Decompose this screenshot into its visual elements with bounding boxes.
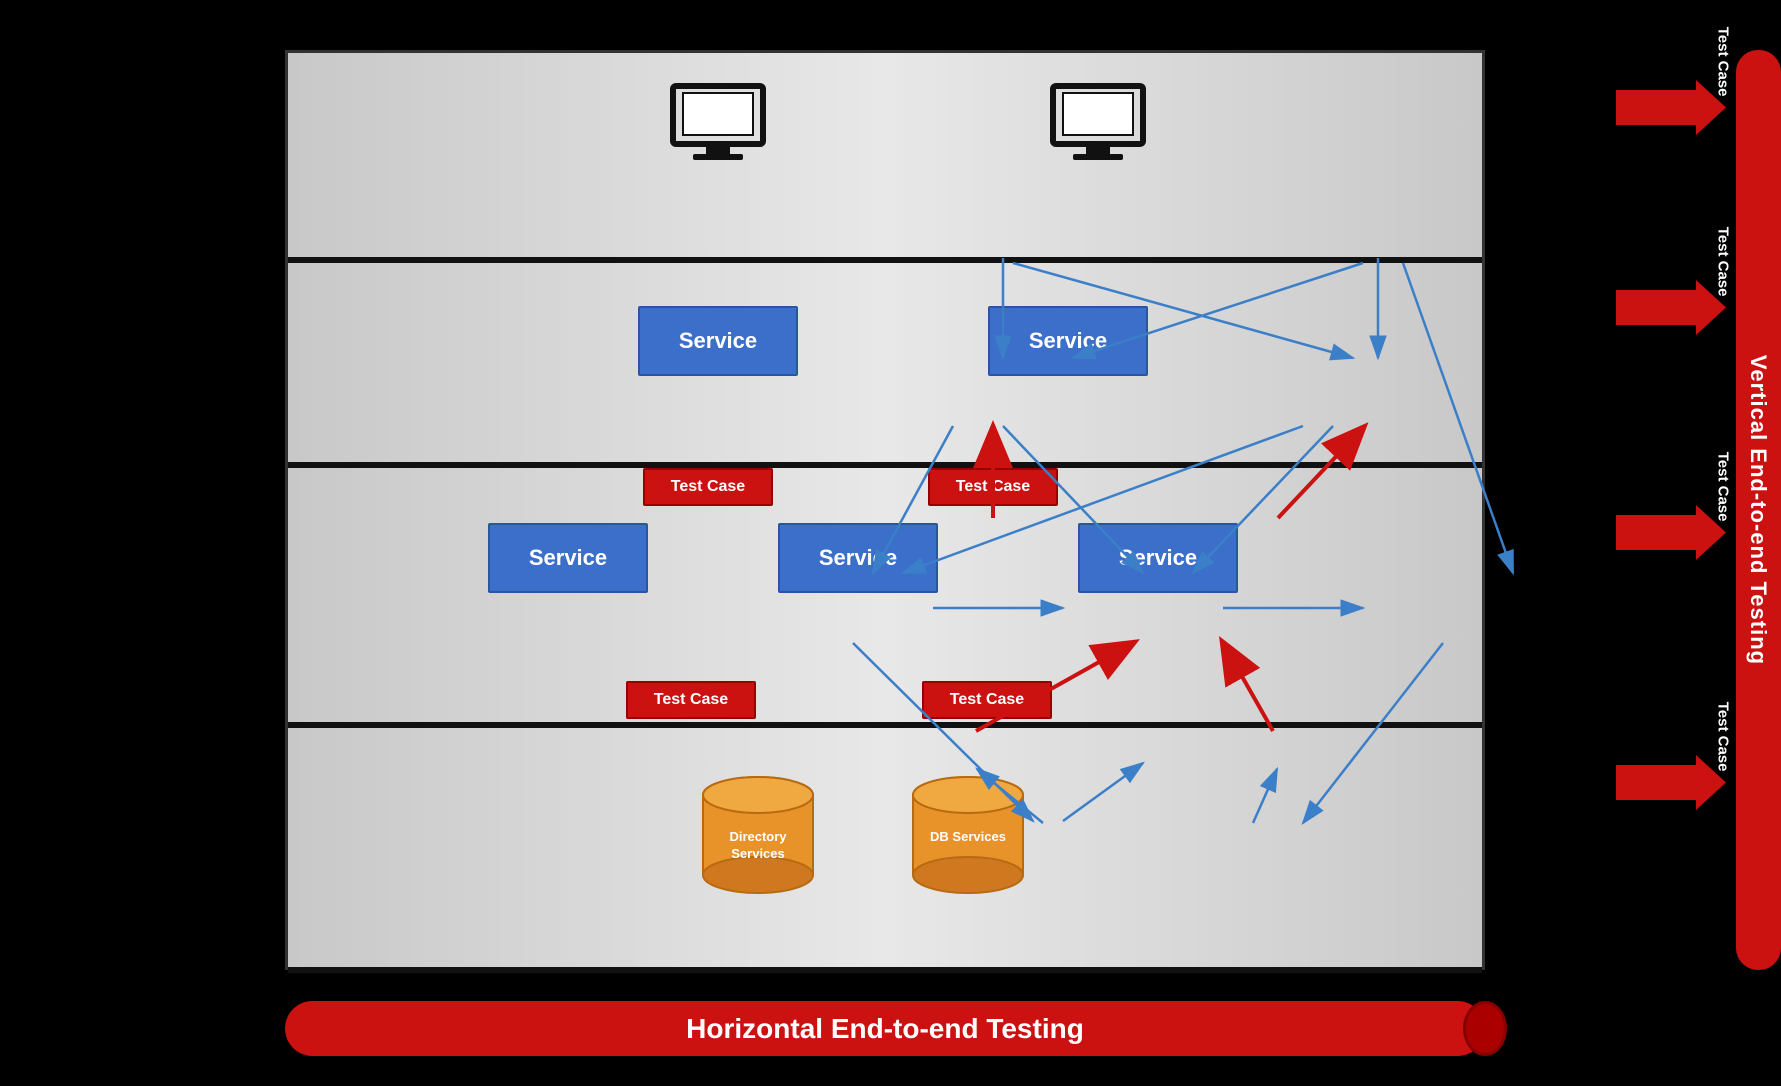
svg-text:DB Services: DB Services bbox=[930, 829, 1006, 844]
vertical-label: Vertical End-to-end Testing bbox=[1746, 355, 1772, 665]
svg-text:Services: Services bbox=[731, 846, 785, 861]
layer-data bbox=[288, 728, 1482, 973]
right-arrow-section-3 bbox=[1616, 505, 1726, 560]
service-box-4: Service bbox=[778, 523, 938, 593]
right-label-3: Test Case bbox=[1715, 452, 1732, 522]
right-arrow-section-4 bbox=[1616, 755, 1726, 810]
right-label-1: Test Case bbox=[1715, 27, 1732, 97]
diagram-area: Service Service Service Service Service … bbox=[285, 50, 1485, 970]
test-case-3: Test Case bbox=[626, 681, 756, 719]
horizontal-bar: Horizontal End-to-end Testing bbox=[285, 1001, 1485, 1056]
test-case-1: Test Case bbox=[643, 468, 773, 506]
service-box-5: Service bbox=[1078, 523, 1238, 593]
db-services: DB Services bbox=[908, 773, 1028, 903]
horizontal-label: Horizontal End-to-end Testing bbox=[686, 1013, 1084, 1045]
right-label-2: Test Case bbox=[1715, 227, 1732, 297]
layer-clients bbox=[288, 53, 1482, 263]
db-directory: Directory Services bbox=[698, 773, 818, 903]
test-case-2: Test Case bbox=[928, 468, 1058, 506]
right-arrow-section-1 bbox=[1616, 80, 1726, 135]
service-box-3: Service bbox=[488, 523, 648, 593]
test-case-4: Test Case bbox=[922, 681, 1052, 719]
service-box-2: Service bbox=[988, 306, 1148, 376]
layer-mid-services bbox=[288, 468, 1482, 728]
monitor-2 bbox=[1048, 83, 1148, 163]
layer-top-services bbox=[288, 263, 1482, 468]
right-arrow-section-2 bbox=[1616, 280, 1726, 335]
service-box-1: Service bbox=[638, 306, 798, 376]
monitor-1 bbox=[668, 83, 768, 163]
vertical-label-container: Vertical End-to-end Testing bbox=[1736, 50, 1781, 970]
main-container: Service Service Service Service Service … bbox=[0, 0, 1781, 1086]
right-label-4: Test Case bbox=[1715, 702, 1732, 772]
svg-text:Directory: Directory bbox=[729, 829, 787, 844]
